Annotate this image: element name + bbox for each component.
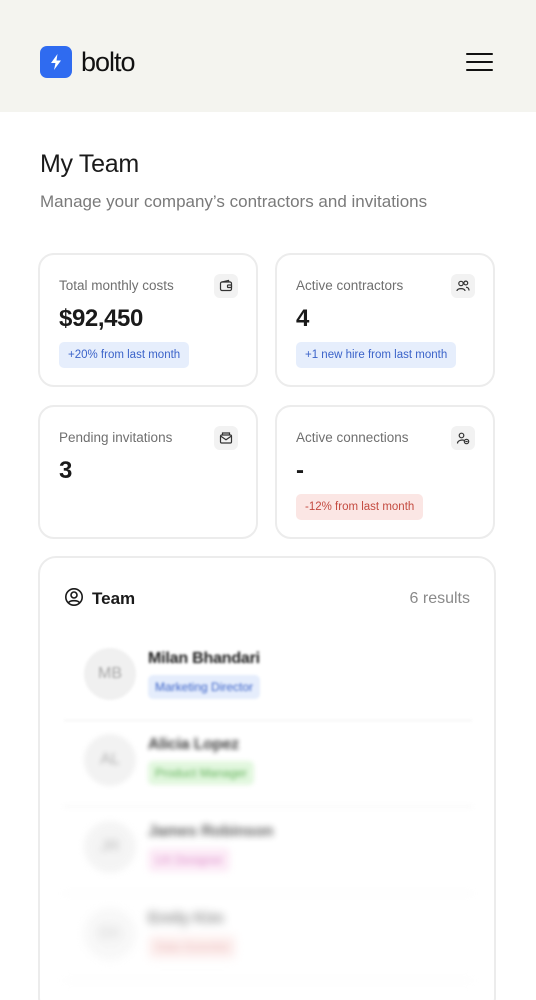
stat-label: Pending invitations <box>59 430 173 445</box>
stat-value: 3 <box>59 457 72 484</box>
page-subtitle: Manage your company’s contractors and in… <box>40 192 428 211</box>
stat-card-pending-invitations: Pending invitations 3 <box>38 405 258 539</box>
user-circle-icon <box>64 587 84 607</box>
hamburger-menu-icon[interactable] <box>466 52 494 72</box>
brand-name: bolto <box>81 46 136 77</box>
wallet-icon <box>214 274 238 298</box>
avatar: JR <box>84 821 136 873</box>
stat-value: - <box>296 457 304 484</box>
member-name: Alicia Lopez <box>148 736 239 753</box>
stat-label: Active connections <box>296 430 409 445</box>
trend-badge: +20% from last month <box>59 342 190 368</box>
stat-card-total-monthly-costs: Total monthly costs $92,450 +20% from la… <box>38 253 258 387</box>
bolt-icon <box>40 46 72 78</box>
row-divider <box>64 980 472 981</box>
row-divider <box>64 806 472 807</box>
team-panel: Team 6 results MB Milan Bhandari Marketi… <box>38 556 496 1000</box>
brand-logo[interactable]: bolto <box>40 46 136 78</box>
member-name: Milan Bhandari <box>148 650 260 667</box>
avatar: MB <box>84 648 136 700</box>
avatar: EK <box>84 908 136 960</box>
user-link-icon <box>451 426 475 450</box>
results-count: 6 results <box>409 590 470 607</box>
mail-open-icon <box>214 426 238 450</box>
team-member-row[interactable]: AL Alicia Lopez Product Manager <box>64 721 472 807</box>
stat-card-active-connections: Active connections - -12% from last mont… <box>275 405 495 539</box>
team-member-row[interactable]: EK Emily Kim Data Scientist <box>64 895 472 981</box>
team-member-row[interactable]: JR James Robinson UX Designer <box>64 808 472 894</box>
member-name: James Robinson <box>148 823 274 840</box>
top-header: bolto <box>0 0 536 112</box>
row-divider <box>64 893 472 894</box>
trend-badge: +1 new hire from last month <box>296 342 457 368</box>
stat-value: $92,450 <box>59 305 143 332</box>
avatar: AL <box>84 734 136 786</box>
stat-value: 4 <box>296 305 309 332</box>
member-name: Emily Kim <box>148 910 224 927</box>
stat-label: Total monthly costs <box>59 278 174 293</box>
team-title: Team <box>92 589 136 608</box>
stat-label: Active contractors <box>296 278 404 293</box>
users-icon <box>451 274 475 298</box>
role-badge: Marketing Director <box>148 675 261 699</box>
trend-badge: -12% from last month <box>296 494 424 520</box>
role-badge: Data Scientist <box>148 935 237 959</box>
team-member-row[interactable]: MB Milan Bhandari Marketing Director <box>64 635 472 721</box>
page-title: My Team <box>40 150 139 178</box>
role-badge: Product Manager <box>148 761 255 785</box>
stat-card-active-contractors: Active contractors 4 +1 new hire from la… <box>275 253 495 387</box>
role-badge: UX Designer <box>148 848 231 872</box>
